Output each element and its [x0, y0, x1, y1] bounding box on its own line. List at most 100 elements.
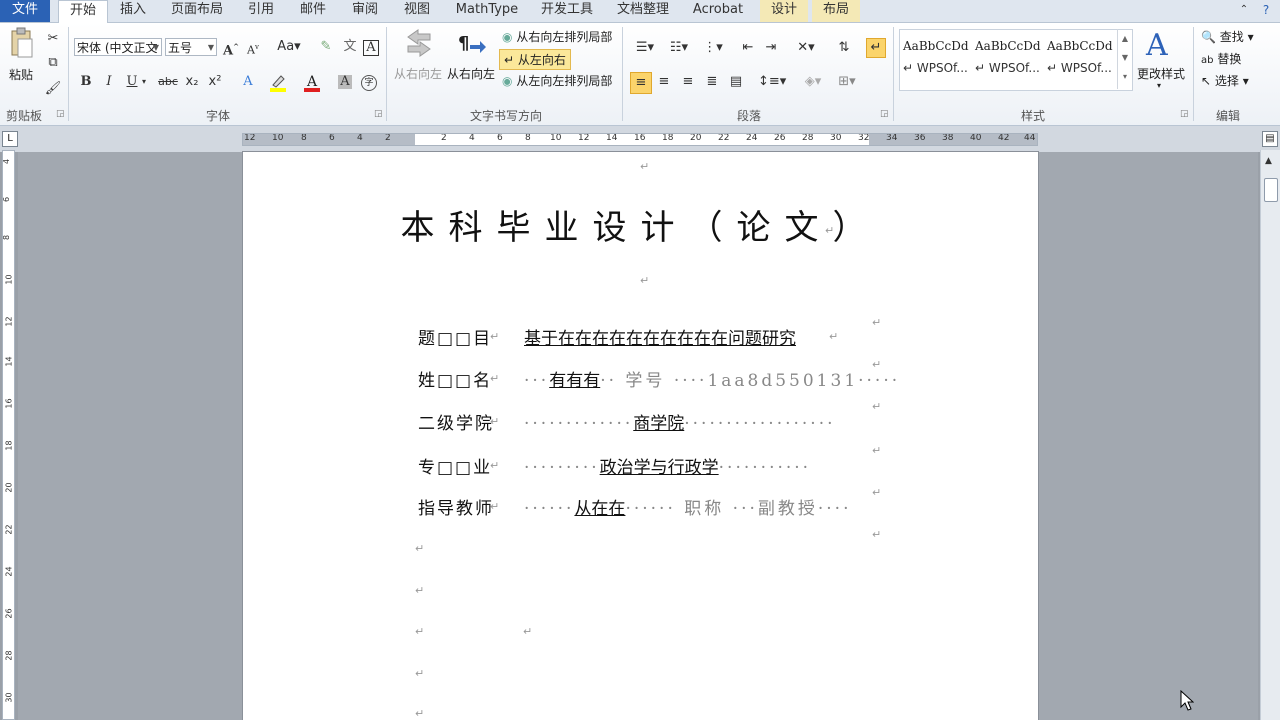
chinese-layout-icon[interactable]: ✕▾: [793, 38, 819, 58]
borders-icon[interactable]: ⊞▾: [834, 72, 860, 92]
align-right-button[interactable]: ≡: [678, 72, 698, 92]
change-styles-button[interactable]: 更改样式: [1137, 65, 1185, 82]
collapse-ribbon-icon[interactable]: ⌃: [1236, 0, 1252, 22]
style-item[interactable]: AaBbCcDd ↵ WPSOf...: [1047, 35, 1119, 83]
ltr-label[interactable]: 从右向左: [447, 65, 495, 82]
decrease-indent-icon[interactable]: ⇤: [738, 38, 758, 58]
clipboard-launcher-icon[interactable]: ◲: [56, 109, 65, 119]
superscript-button[interactable]: x²: [205, 72, 225, 92]
tab-insert[interactable]: 插入: [110, 0, 156, 22]
tab-layout[interactable]: 布局: [812, 0, 860, 22]
tab-mathtype[interactable]: MathType: [448, 0, 526, 22]
globe-icon: ◉: [502, 74, 513, 88]
highlight-icon[interactable]: [268, 72, 288, 92]
shading-icon[interactable]: ◈▾: [800, 72, 826, 92]
subscript-button[interactable]: x₂: [182, 72, 202, 92]
increase-indent-icon[interactable]: ⇥: [761, 38, 781, 58]
ruler-number: 10: [4, 274, 14, 285]
tab-acrobat[interactable]: Acrobat: [686, 0, 750, 22]
tab-home[interactable]: 开始: [58, 0, 108, 24]
align-center-button[interactable]: ≡: [654, 72, 674, 92]
styles-launcher-icon[interactable]: ◲: [1180, 109, 1189, 119]
change-styles-icon[interactable]: A: [1144, 27, 1176, 64]
chevron-down-icon: ▼: [207, 43, 214, 52]
paste-button[interactable]: 粘贴: [9, 66, 33, 83]
font-size-combo[interactable]: 五号 ▼: [165, 38, 217, 56]
tab-page-layout[interactable]: 页面布局: [164, 0, 230, 22]
tab-view[interactable]: 视图: [396, 0, 438, 22]
field-value-college[interactable]: ·············商学院··················: [524, 409, 836, 434]
tab-mailings[interactable]: 邮件: [292, 0, 334, 22]
font-color-icon[interactable]: A: [302, 72, 322, 92]
field-value-name[interactable]: ···有有有·· 学号 ····1aa8d550131·····: [524, 366, 900, 391]
replace-button[interactable]: ab 替换: [1201, 50, 1241, 67]
enclose-characters-icon[interactable]: 字: [361, 75, 377, 91]
paste-icon[interactable]: [6, 27, 36, 67]
scrollbar-thumb[interactable]: [1264, 178, 1278, 202]
find-button[interactable]: 🔍 查找 ▾: [1201, 28, 1254, 45]
view-ruler-icon[interactable]: ▤: [1262, 131, 1278, 147]
tab-developer[interactable]: 开发工具: [534, 0, 600, 22]
font-name-combo[interactable]: 宋体 (中文正文 ▼: [74, 38, 162, 56]
align-left-button[interactable]: ≡: [630, 72, 652, 94]
field-value-advisor[interactable]: ······从在在······ 职称 ···副教授····: [524, 494, 852, 519]
tab-references[interactable]: 引用: [240, 0, 282, 22]
vertical-ruler[interactable]: 4 6 8 10 12 14 16 18 20 22 24 26 28 30: [2, 150, 15, 720]
tab-file[interactable]: 文件: [0, 0, 50, 22]
font-name-value: 宋体 (中文正文: [77, 41, 158, 55]
rtl-button[interactable]: 从右向左: [394, 65, 442, 82]
justify-button[interactable]: ≣: [702, 72, 722, 92]
rtl-arrow-icon[interactable]: [404, 27, 434, 60]
scroll-up-icon[interactable]: ▲: [1265, 156, 1272, 166]
show-marks-icon[interactable]: ↵: [866, 38, 886, 58]
paragraph-launcher-icon[interactable]: ◲: [880, 109, 889, 119]
vertical-scrollbar[interactable]: ▲: [1260, 150, 1280, 720]
format-painter-icon[interactable]: 🖌: [43, 79, 63, 99]
select-button[interactable]: ↖ 选择 ▾: [1201, 72, 1249, 89]
shrink-font-icon[interactable]: Av: [243, 37, 263, 57]
styles-scroll-icon[interactable]: ▲ ▼ ▾: [1117, 29, 1132, 89]
tab-review[interactable]: 审阅: [344, 0, 386, 22]
line-spacing-icon[interactable]: ↕≡▾: [758, 72, 786, 92]
chevron-down-icon: ▼: [152, 43, 159, 52]
field-value-topic[interactable]: 基于在在在在在在在在在在问题研究: [524, 324, 796, 349]
svg-text:A: A: [1145, 28, 1168, 61]
clear-format-icon[interactable]: ✎: [316, 37, 336, 57]
change-case-icon[interactable]: Aa▾: [276, 37, 302, 57]
help-icon[interactable]: ?: [1256, 0, 1276, 22]
bold-button[interactable]: B: [76, 72, 96, 92]
cell-end-mark: ↵: [872, 316, 882, 329]
tab-selector-button[interactable]: L: [2, 131, 18, 147]
numbering-icon[interactable]: ☷▾: [666, 38, 692, 58]
ltr-button[interactable]: ↵ 从左向右: [499, 49, 571, 70]
italic-button[interactable]: I: [99, 72, 119, 92]
character-shading-icon[interactable]: A: [338, 75, 352, 89]
grow-font-icon[interactable]: A^: [221, 37, 241, 58]
find-label: 查找: [1219, 30, 1244, 44]
phonetic-guide-icon[interactable]: 文: [340, 37, 360, 57]
multilevel-list-icon[interactable]: ⋮▾: [700, 38, 726, 58]
horizontal-ruler[interactable]: 12 10 8 6 4 2 2 4 6 8 10 12 14 16 18 20 …: [242, 133, 1038, 146]
tab-design[interactable]: 设计: [760, 0, 808, 22]
field-value-major[interactable]: ·········政治学与行政学···········: [524, 453, 811, 478]
strikethrough-button[interactable]: abc: [156, 72, 180, 92]
character-border-icon[interactable]: A: [363, 40, 379, 56]
ltr-paragraph-icon[interactable]: ¶: [456, 31, 486, 60]
text-effects-icon[interactable]: A: [238, 72, 258, 92]
sort-icon[interactable]: ⇅: [834, 38, 854, 58]
style-item[interactable]: AaBbCcDd ↵ WPSOf...: [903, 35, 975, 83]
ltr-part-button[interactable]: ◉ 从左向左排列局部: [502, 72, 612, 89]
style-item[interactable]: AaBbCcDd ↵ WPSOf...: [975, 35, 1047, 83]
cut-icon[interactable]: ✂: [43, 29, 63, 49]
chevron-down-icon[interactable]: ▾: [139, 72, 149, 92]
document-page[interactable]: ↵ 本科毕业设计（论文） ↵ ↵ 题□□目 ↵ 基于在在在在在在在在在在问题研究…: [243, 152, 1038, 720]
document-title[interactable]: 本科毕业设计（论文）: [243, 200, 1038, 249]
bullets-icon[interactable]: ☰▾: [632, 38, 658, 58]
tab-doc-organize[interactable]: 文档整理: [610, 0, 676, 22]
distributed-button[interactable]: ▤: [726, 72, 746, 92]
rtl-part-button[interactable]: ◉ 从右向左排列局部: [502, 28, 612, 45]
chevron-down-icon[interactable]: ▾: [1157, 81, 1161, 90]
style-sample: AaBbCcDd: [1047, 39, 1113, 53]
font-launcher-icon[interactable]: ◲: [374, 109, 383, 119]
copy-icon[interactable]: ⧉: [43, 53, 63, 73]
